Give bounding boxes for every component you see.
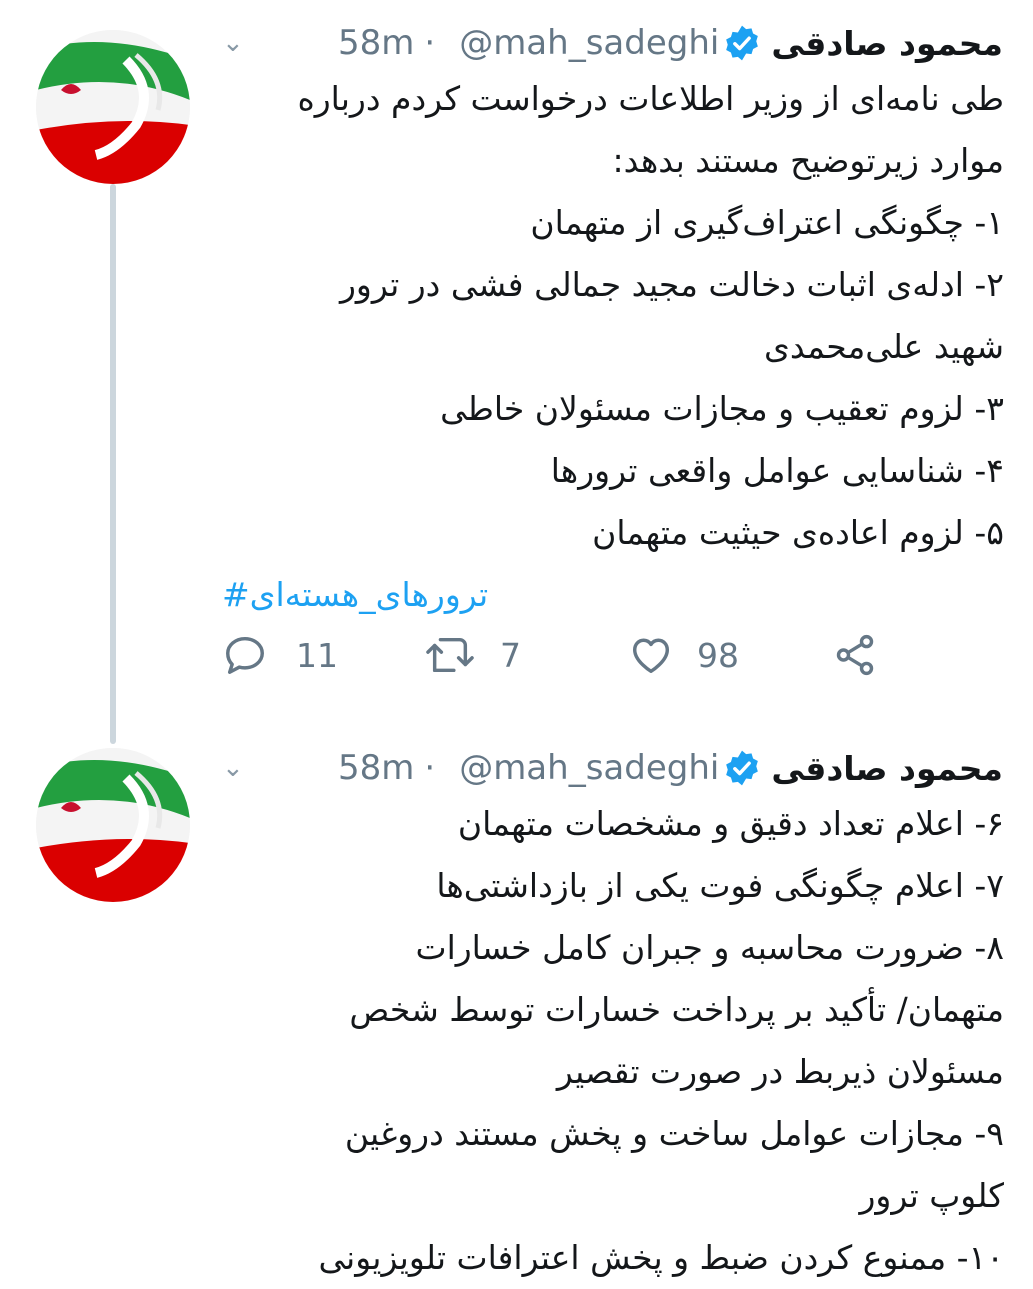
- verified-badge-icon: [726, 750, 759, 786]
- tweet-text-line: شهید علی‌محمدی: [764, 327, 1004, 366]
- retweet-button[interactable]: 7: [422, 632, 627, 678]
- like-button[interactable]: 98: [627, 632, 832, 678]
- chevron-down-icon[interactable]: ⌄: [222, 30, 244, 56]
- retweet-icon: [426, 637, 474, 673]
- like-count: 98: [697, 635, 739, 675]
- retweet-count: 7: [500, 635, 521, 675]
- tweet-text-line: ۴- شناسایی عوامل واقعی ترورها: [550, 451, 1004, 490]
- flag-avatar-image: [36, 748, 190, 902]
- tweet-text-line: طی نامه‌ای از وزیر اطلاعات درخواست کردم …: [297, 79, 1004, 118]
- tweet-time[interactable]: 58m: [338, 23, 414, 63]
- verified-badge-icon: [726, 25, 759, 61]
- user-handle[interactable]: @mah_sadeghi: [459, 748, 719, 788]
- tweet-text-line: ۸- ضرورت محاسبه و جبران کامل خسارات: [415, 928, 1004, 967]
- tweet-text-line: مسئولان ذیربط در صورت تقصیر: [556, 1052, 1004, 1091]
- tweet-text: ۶- اعلام تعداد دقیق و مشخصات متهمان ۷- ا…: [222, 793, 1004, 1289]
- tweet-text-line: ۵- لزوم اعاده‌ی حیثیت متهمان: [592, 513, 1004, 552]
- tweet-text-line: ۳- لزوم تعقیب و مجازات مسئولان خاطی: [440, 389, 1004, 428]
- tweet-text-line: موارد زیرتوضیح مستند بدهد:: [612, 141, 1004, 180]
- display-name[interactable]: محمود صادقی: [771, 749, 1003, 788]
- tweet-time[interactable]: 58m: [338, 748, 414, 788]
- separator-dot: ·: [424, 748, 436, 788]
- user-handle[interactable]: @mah_sadeghi: [459, 23, 719, 63]
- separator-dot: ·: [424, 23, 436, 63]
- avatar[interactable]: [36, 748, 190, 902]
- reply-button[interactable]: 11: [222, 632, 422, 678]
- share-button[interactable]: [832, 632, 878, 678]
- tweet-text-line: ۷- اعلام چگونگی فوت یکی از بازداشتی‌ها: [436, 866, 1004, 905]
- tweet-text-line: ۹- مجازات عوامل ساخت و پخش مستند دروغین: [344, 1114, 1004, 1153]
- tweet-header: ⌄ 58m · @mah_sadeghi محمود صادقی: [222, 743, 1003, 793]
- tweet-text-line: ۲- ادله‌ی اثبات دخالت مجید جمالی فشی در …: [339, 265, 1004, 304]
- tweet-header: ⌄ 58m · @mah_sadeghi محمود صادقی: [222, 18, 1003, 68]
- share-icon: [836, 634, 874, 676]
- heart-icon: [632, 638, 670, 674]
- reply-count: 11: [296, 635, 338, 675]
- tweet-text-line: ۱- چگونگی اعتراف‌گیری از متهمان: [530, 203, 1004, 242]
- thread-connector-line: [110, 184, 116, 744]
- avatar[interactable]: [36, 30, 190, 184]
- hashtag-link[interactable]: #ترورهای_هسته‌ای: [222, 575, 488, 614]
- tweet-text-line: ۶- اعلام تعداد دقیق و مشخصات متهمان: [457, 804, 1004, 843]
- flag-avatar-image: [36, 30, 190, 184]
- tweet-actions: 11 7 98: [222, 625, 922, 685]
- chevron-down-icon[interactable]: ⌄: [222, 755, 244, 781]
- reply-icon: [226, 636, 264, 674]
- tweet-text-line: متهمان/ تأکید بر پرداخت خسارات توسط شخص: [349, 990, 1004, 1029]
- display-name[interactable]: محمود صادقی: [771, 24, 1003, 63]
- tweet-text: طی نامه‌ای از وزیر اطلاعات درخواست کردم …: [222, 68, 1004, 626]
- tweet-text-line: کلوپ ترور: [859, 1176, 1004, 1215]
